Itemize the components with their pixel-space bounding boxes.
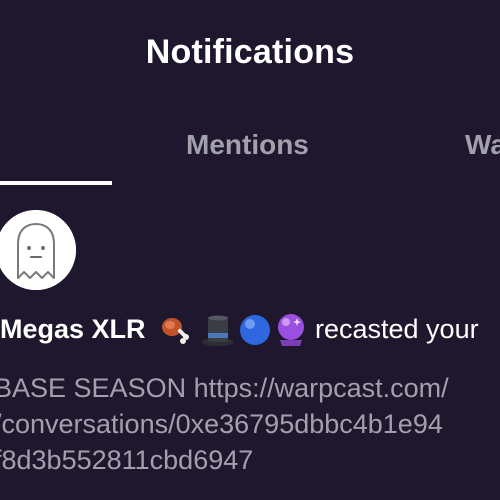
cast-text-line: /conversations/0xe36795dbbc4b1e94 [0,409,443,439]
notifications-screen: Notifications Mentions Wa Megas XLR reca… [0,0,500,500]
cast-text-line: f8d3b552811cbd6947 [0,445,254,475]
crystal-ball-icon [273,312,309,348]
notification-tabs: Mentions Wa [0,125,500,185]
blue-circle-icon [237,312,273,348]
notification-action: recasted your [315,314,479,344]
notification-summary[interactable]: Megas XLR recasted your [0,312,500,352]
meat-on-bone-icon [158,312,194,348]
page-title: Notifications [145,33,355,71]
tab-truncated[interactable]: Wa [465,129,500,161]
avatar[interactable] [0,210,76,290]
active-tab-indicator [0,181,112,185]
cast-preview-text[interactable]: BASE SEASON https://warpcast.com/ /conve… [0,370,500,478]
top-hat-icon [200,312,236,348]
tab-mentions[interactable]: Mentions [186,129,309,161]
notification-username[interactable]: Megas XLR [0,314,146,345]
cast-text-line: BASE SEASON https://warpcast.com/ [0,373,449,403]
ghost-icon [0,210,76,290]
